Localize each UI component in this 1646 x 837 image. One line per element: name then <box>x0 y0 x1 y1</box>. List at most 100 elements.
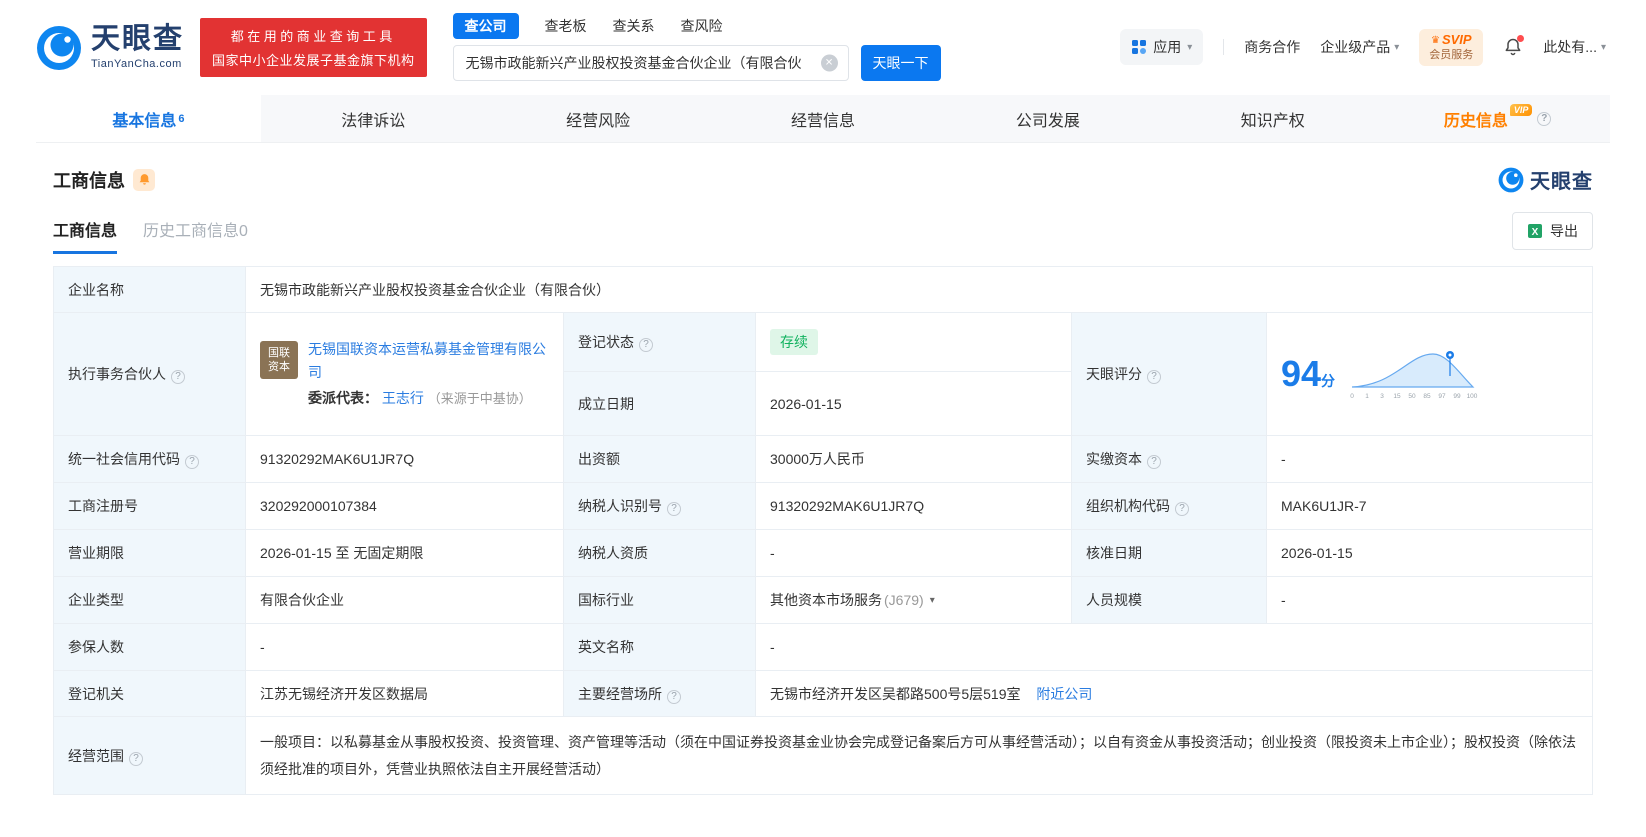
top-navigation: 应用 ▾ 商务合作 企业级产品 ▾ ♛ SVIP 会员服务 此处有... ▾ <box>1120 29 1606 66</box>
tab-history-info[interactable]: 历史信息 VIP ? <box>1385 95 1610 142</box>
business-info-table: 企业名称 无锡市政能新兴产业股权投资基金合伙企业（有限合伙） 执行事务合伙人? … <box>53 266 1593 796</box>
field-label-credit-code: 统一社会信用代码? <box>53 435 246 483</box>
field-value-executive-partner: 国联 资本 无锡国联资本运营私募基金管理有限公司 委派代表： 王志行 （来源于中… <box>245 312 564 436</box>
field-label-company-name: 企业名称 <box>53 266 246 313</box>
tianyancha-logo[interactable]: 天眼查 TianYanCha.com <box>36 25 184 71</box>
help-icon[interactable]: ? <box>639 338 653 352</box>
field-value-taxpayer-id: 91320292MAK6U1JR7Q <box>755 482 1072 530</box>
company-nav-tabs: 基本信息 6 法律诉讼 经营风险 经营信息 公司发展 知识产权 历史信息 VIP… <box>36 95 1610 143</box>
tab-company-development[interactable]: 公司发展 <box>935 95 1160 142</box>
rep-name-link[interactable]: 王志行 <box>382 390 424 406</box>
notification-bell[interactable] <box>1503 35 1525 57</box>
help-icon[interactable]: ? <box>667 689 681 704</box>
field-value-registration-number: 320292000107384 <box>245 482 564 530</box>
industry-dropdown[interactable]: 其他资本市场服务 (J679) ▾ <box>770 590 1057 610</box>
search-tab-boss[interactable]: 查老板 <box>545 16 587 36</box>
field-label-english-name: 英文名称 <box>563 623 756 671</box>
field-label-approval-date: 核准日期 <box>1071 529 1267 577</box>
field-label-industry: 国标行业 <box>563 576 756 624</box>
export-button-label: 导出 <box>1550 223 1578 239</box>
svip-badge[interactable]: ♛ SVIP 会员服务 <box>1419 29 1484 66</box>
brand-logo-icon <box>1498 167 1524 192</box>
tab-basic-info[interactable]: 基本信息 6 <box>36 95 261 142</box>
field-label-staff-size: 人员规模 <box>1071 576 1267 624</box>
status-badge: 存续 <box>770 329 818 355</box>
field-value-capital: 30000万人民币 <box>755 435 1072 483</box>
search-button[interactable]: 天眼一下 <box>860 45 941 81</box>
field-label-executive-partner: 执行事务合伙人? <box>53 312 246 436</box>
field-label-paid-capital: 实缴资本? <box>1071 435 1267 483</box>
search-clear-icon[interactable]: ✕ <box>820 54 838 72</box>
tab-operating-info[interactable]: 经营信息 <box>711 95 936 142</box>
field-label-taxpayer-quality: 纳税人资质 <box>563 529 756 577</box>
chevron-down-icon[interactable]: ▾ <box>930 595 935 606</box>
apps-menu-label: 应用 <box>1153 39 1182 56</box>
field-value-registration-authority: 江苏无锡经济开发区数据局 <box>245 670 564 717</box>
svg-text:15: 15 <box>1393 393 1401 400</box>
help-icon[interactable]: ? <box>1175 502 1189 516</box>
help-icon[interactable]: ? <box>185 455 199 469</box>
svip-label: SVIP <box>1441 32 1472 48</box>
svg-text:1: 1 <box>1365 393 1369 400</box>
header: 天眼查 TianYanCha.com 都在用的商业查询工具 国家中小企业发展子基… <box>0 0 1646 95</box>
rep-source: （来源于中基协） <box>427 390 532 406</box>
vip-badge: VIP <box>1509 103 1533 116</box>
tab-history-info-label: 历史信息 <box>1443 112 1508 130</box>
field-value-establish-date: 2026-01-15 <box>755 371 1072 436</box>
subtab-business-info[interactable]: 工商信息 <box>53 217 118 254</box>
brand-watermark: 天眼查 <box>1498 165 1593 194</box>
field-value-taxpayer-quality: - <box>755 529 1072 577</box>
excel-icon: X <box>1528 224 1542 238</box>
nav-more[interactable]: 此处有... ▾ <box>1543 37 1606 57</box>
search-box: ✕ <box>452 45 849 81</box>
svg-text:97: 97 <box>1438 393 1446 400</box>
field-label-capital: 出资额 <box>563 435 756 483</box>
svg-text:0: 0 <box>1350 393 1354 400</box>
partner-company-link[interactable]: 无锡国联资本运营私募基金管理有限公司 <box>308 341 546 380</box>
nav-business-cooperation[interactable]: 商务合作 <box>1244 37 1300 57</box>
chevron-down-icon: ▾ <box>1394 41 1400 53</box>
help-icon[interactable]: ? <box>1537 111 1552 126</box>
crown-icon: ♛ <box>1431 34 1440 46</box>
partner-logo: 国联 资本 <box>260 341 298 380</box>
search-tab-company[interactable]: 查公司 <box>452 13 519 39</box>
help-icon[interactable]: ? <box>1147 455 1161 469</box>
help-icon[interactable]: ? <box>129 751 143 766</box>
apps-menu[interactable]: 应用 ▾ <box>1120 29 1204 66</box>
svg-text:3: 3 <box>1380 393 1384 400</box>
search-tab-relation[interactable]: 查关系 <box>613 16 655 36</box>
field-label-registration-status: 登记状态? <box>563 312 756 372</box>
divider <box>1223 39 1225 56</box>
chevron-down-icon: ▾ <box>1187 41 1193 53</box>
field-label-establish-date: 成立日期 <box>563 371 756 436</box>
monitor-bell-button[interactable] <box>133 168 155 191</box>
export-button[interactable]: X 导出 <box>1512 212 1593 250</box>
field-value-org-code: MAK6U1JR-7 <box>1266 482 1593 530</box>
tab-intellectual-property[interactable]: 知识产权 <box>1160 95 1385 142</box>
field-label-business-scope: 经营范围? <box>53 715 246 796</box>
search-input[interactable] <box>453 46 848 80</box>
help-icon[interactable]: ? <box>667 502 681 516</box>
search-area: 查公司 查老板 查关系 查风险 ✕ 天眼一下 <box>452 13 941 81</box>
tab-basic-info-count: 6 <box>178 112 185 125</box>
help-icon[interactable]: ? <box>171 370 185 384</box>
svg-text:99: 99 <box>1453 393 1461 400</box>
field-label-tianyan-score: 天眼评分? <box>1071 312 1267 436</box>
search-tab-risk[interactable]: 查风险 <box>681 16 723 36</box>
field-value-industry: 其他资本市场服务 (J679) ▾ <box>755 576 1072 624</box>
help-icon[interactable]: ? <box>1147 370 1161 384</box>
promo-line1: 都在用的商业查询工具 <box>230 29 396 44</box>
tab-legal-proceedings[interactable]: 法律诉讼 <box>261 95 486 142</box>
field-label-org-code: 组织机构代码? <box>1071 482 1267 530</box>
field-label-insured-count: 参保人数 <box>53 623 246 671</box>
promo-line2: 国家中小企业发展子基金旗下机构 <box>212 53 415 68</box>
brand-name: 天眼查 <box>1530 171 1593 193</box>
tab-operating-risk[interactable]: 经营风险 <box>486 95 711 142</box>
field-value-tianyan-score: 94分 0 1 3 15 50 85 97 99 100 <box>1266 312 1593 436</box>
subtab-history-business-info[interactable]: 历史工商信息0 <box>143 217 248 254</box>
field-value-paid-capital: - <box>1266 435 1593 483</box>
nearby-companies-link[interactable]: 附近公司 <box>1036 686 1092 702</box>
field-value-business-scope: 一般项目：以私募基金从事股权投资、投资管理、资产管理等活动（须在中国证券投资基金… <box>245 715 1593 796</box>
nav-enterprise-products[interactable]: 企业级产品 ▾ <box>1320 37 1399 57</box>
section-title: 工商信息 <box>53 170 125 191</box>
